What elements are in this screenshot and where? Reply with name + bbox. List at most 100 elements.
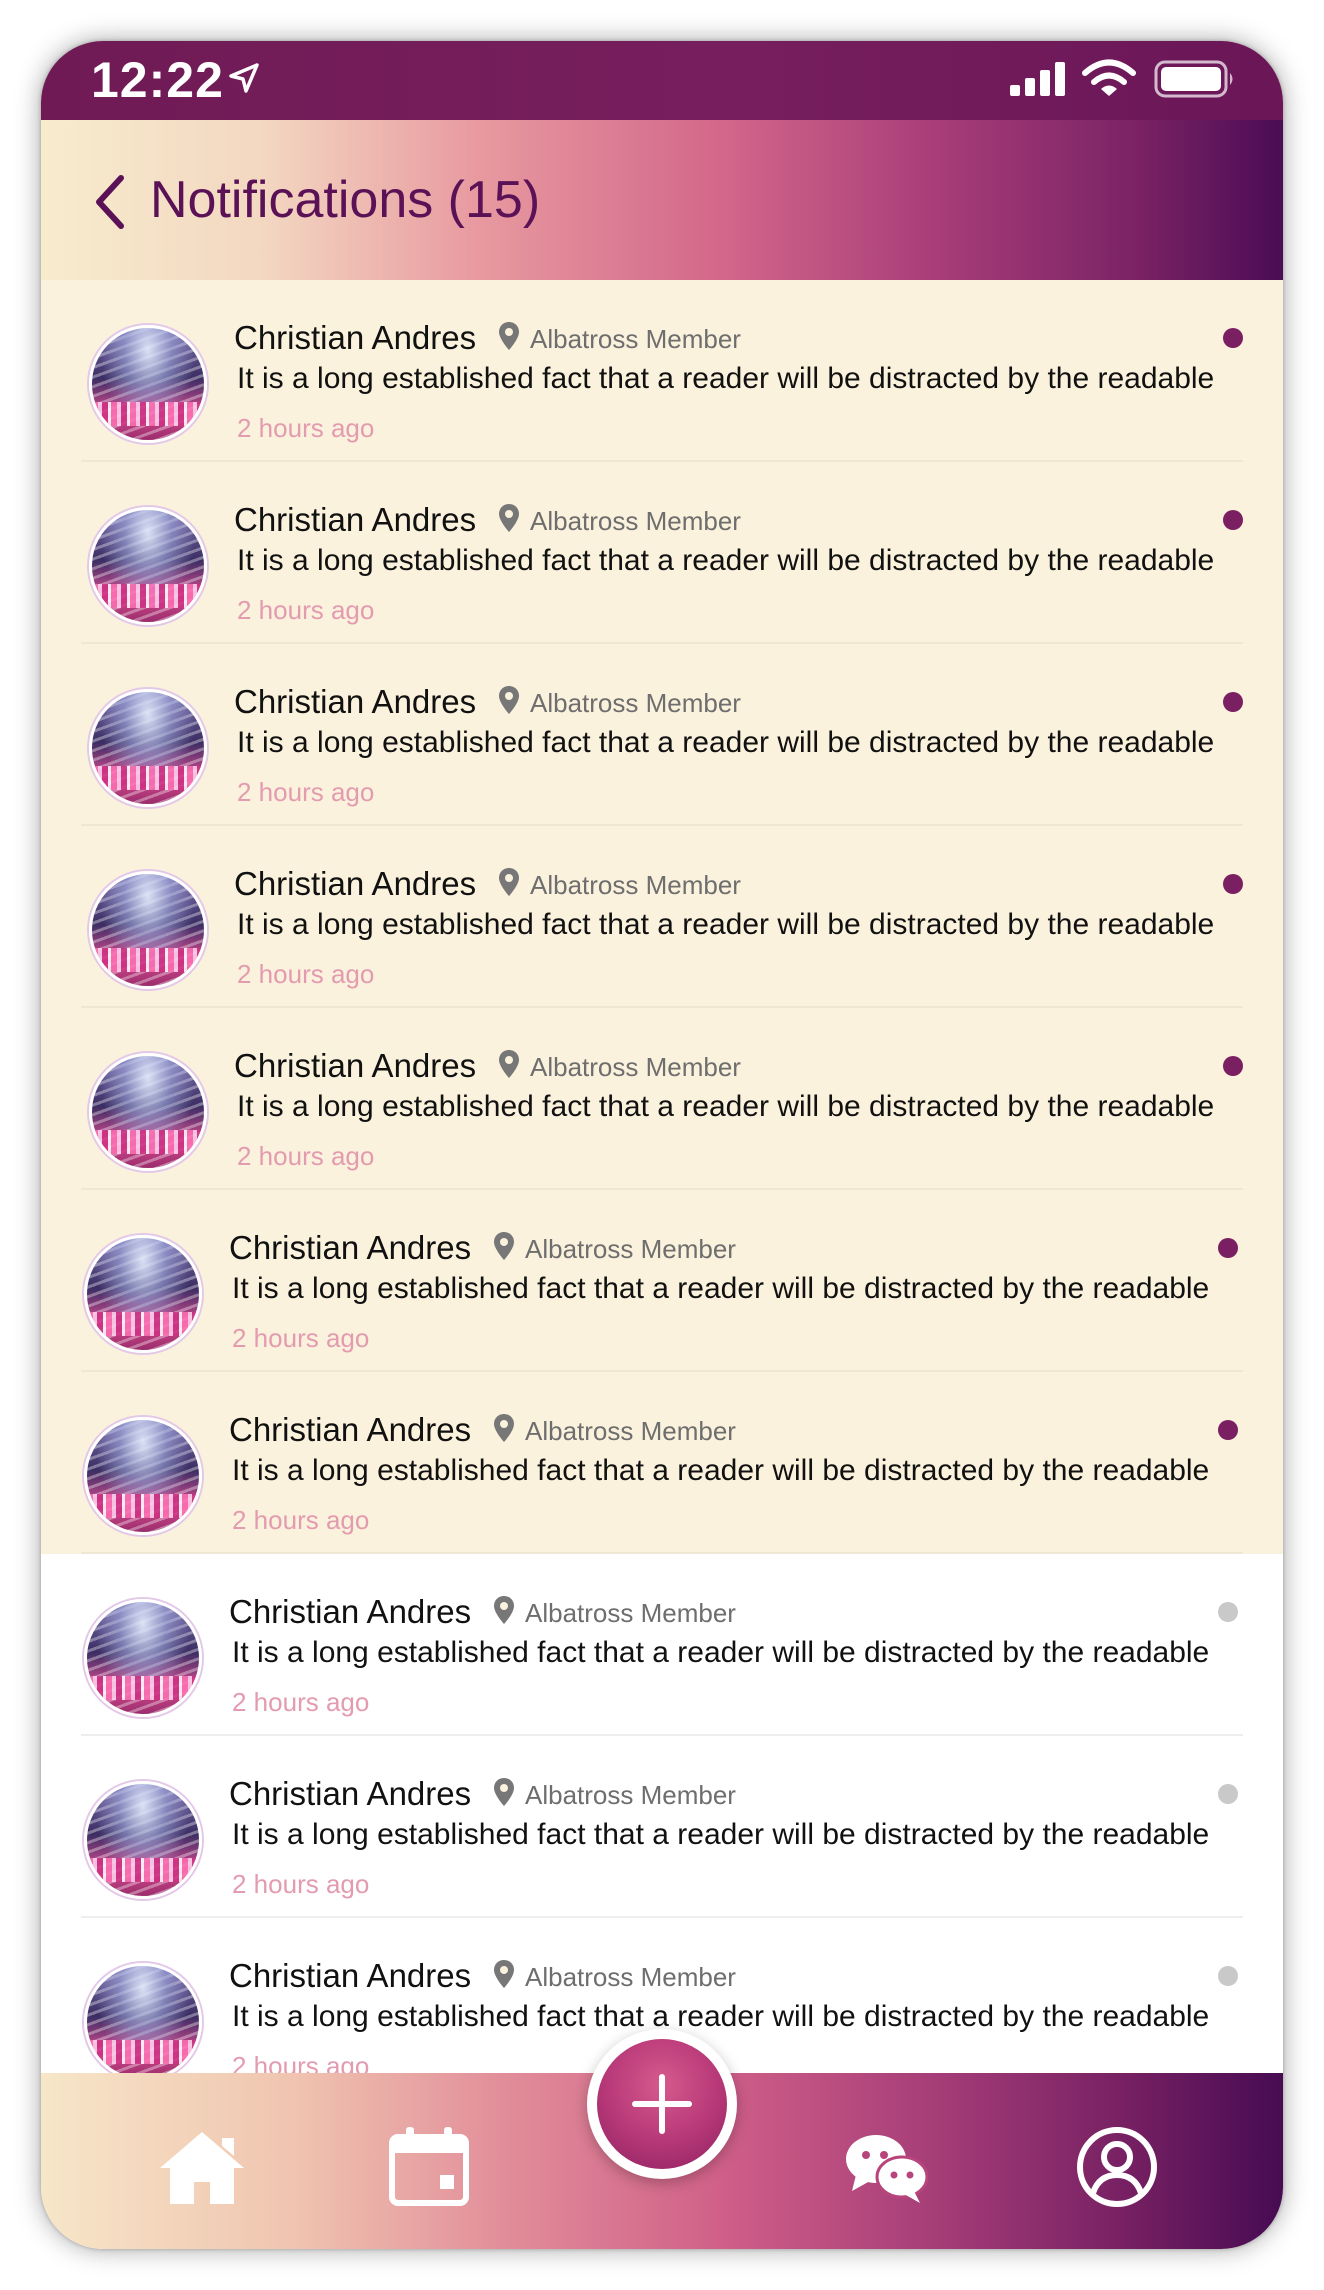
unread-indicator <box>1223 1056 1243 1076</box>
notification-message: It is a long established fact that a rea… <box>232 1636 1210 1669</box>
member-role: Albatross Member <box>530 324 741 354</box>
notification-timestamp: 2 hours ago <box>237 777 375 807</box>
member-role: Albatross Member <box>530 870 741 900</box>
sender-name: Christian Andres <box>234 683 477 720</box>
home-icon <box>160 2132 244 2204</box>
add-button[interactable] <box>587 2029 737 2179</box>
sender-name: Christian Andres <box>229 1229 472 1266</box>
member-role: Albatross Member <box>525 1598 736 1628</box>
notification-item[interactable]: Christian Andres Albatross Member It is a … <box>41 644 1283 826</box>
unread-indicator <box>1223 510 1243 530</box>
notification-message: It is a long established fact that a rea… <box>237 1090 1215 1123</box>
unread-indicator <box>1223 874 1243 894</box>
notification-item[interactable]: Christian Andres Albatross Member It is a … <box>41 826 1283 1008</box>
notification-timestamp: 2 hours ago <box>232 1323 370 1353</box>
location-pin-icon <box>498 503 520 538</box>
avatar[interactable] <box>89 871 207 989</box>
chat-tab[interactable] <box>844 2131 929 2210</box>
sender-name: Christian Andres <box>234 501 477 538</box>
profile-icon <box>1077 2127 1157 2207</box>
notification-timestamp: 2 hours ago <box>237 1141 375 1171</box>
status-time: 12:22 <box>91 52 224 108</box>
unread-indicator <box>1223 692 1243 712</box>
notification-timestamp: 2 hours ago <box>232 1869 370 1899</box>
avatar[interactable] <box>89 325 207 443</box>
notification-message: It is a long established fact that a rea… <box>232 1454 1210 1487</box>
sender-name: Christian Andres <box>234 1047 477 1084</box>
member-role: Albatross Member <box>525 1780 736 1810</box>
member-role: Albatross Member <box>525 1234 736 1264</box>
member-role: Albatross Member <box>530 688 741 718</box>
location-arrow-icon <box>227 61 261 100</box>
phone-screen: 12:22 Notifications (15) Christian Andre… <box>41 41 1283 2249</box>
location-pin-icon <box>493 1231 515 1266</box>
notification-timestamp: 2 hours ago <box>232 2051 370 2073</box>
location-pin-icon <box>498 685 520 720</box>
read-indicator <box>1218 1784 1238 1804</box>
calendar-tab[interactable] <box>388 2125 470 2212</box>
notification-message: It is a long established fact that a rea… <box>237 908 1215 941</box>
member-role: Albatross Member <box>530 506 741 536</box>
avatar[interactable] <box>84 1235 202 1353</box>
notification-message: It is a long established fact that a rea… <box>232 1818 1210 1851</box>
notification-timestamp: 2 hours ago <box>237 959 375 989</box>
notifications-header: Notifications (15) <box>41 120 1283 280</box>
avatar[interactable] <box>84 1781 202 1899</box>
member-role: Albatross Member <box>530 1052 741 1082</box>
avatar[interactable] <box>89 1053 207 1171</box>
location-pin-icon <box>498 321 520 356</box>
read-indicator <box>1218 1602 1238 1622</box>
avatar[interactable] <box>89 507 207 625</box>
add-button-inner <box>597 2039 727 2169</box>
sender-name: Christian Andres <box>234 865 477 902</box>
read-indicator <box>1218 1966 1238 1986</box>
location-pin-icon <box>493 1413 515 1448</box>
calendar-icon <box>389 2127 469 2206</box>
location-pin-icon <box>493 1777 515 1812</box>
notification-item[interactable]: Christian Andres Albatross Member It is a … <box>41 462 1283 644</box>
status-bar: 12:22 <box>41 41 1283 120</box>
profile-tab[interactable] <box>1075 2125 1159 2214</box>
notification-message: It is a long established fact that a rea… <box>237 544 1215 577</box>
member-role: Albatross Member <box>525 1416 736 1446</box>
notification-item[interactable]: Christian Andres Albatross Member It is a … <box>41 1008 1283 1190</box>
sender-name: Christian Andres <box>229 1593 472 1630</box>
avatar[interactable] <box>89 689 207 807</box>
member-role: Albatross Member <box>525 1962 736 1992</box>
notification-item[interactable]: Christian Andres Albatross Member It is a … <box>41 1190 1283 1372</box>
plus-icon <box>632 2074 692 2134</box>
notification-message: It is a long established fact that a rea… <box>232 2000 1210 2033</box>
notification-item[interactable]: Christian Andres Albatross Member It is a … <box>41 1736 1283 1918</box>
unread-indicator <box>1218 1420 1238 1440</box>
avatar[interactable] <box>84 1599 202 1717</box>
notification-list[interactable]: Christian Andres Albatross Member It is a … <box>41 280 1283 2073</box>
page-title: Notifications (15) <box>150 171 541 229</box>
unread-indicator <box>1223 328 1243 348</box>
notification-timestamp: 2 hours ago <box>232 1505 370 1535</box>
sender-name: Christian Andres <box>234 319 477 356</box>
avatar[interactable] <box>84 1963 202 2073</box>
notification-item[interactable]: Christian Andres Albatross Member It is a … <box>41 1372 1283 1554</box>
notification-item[interactable]: Christian Andres Albatross Member It is a … <box>41 280 1283 462</box>
cellular-signal-icon <box>1008 61 1068 102</box>
wifi-icon <box>1081 58 1137 105</box>
notification-timestamp: 2 hours ago <box>232 1687 370 1717</box>
avatar[interactable] <box>84 1417 202 1535</box>
location-pin-icon <box>498 1049 520 1084</box>
notification-timestamp: 2 hours ago <box>237 413 375 443</box>
notification-message: It is a long established fact that a rea… <box>237 362 1215 395</box>
notification-timestamp: 2 hours ago <box>237 595 375 625</box>
sender-name: Christian Andres <box>229 1775 472 1812</box>
chat-icon <box>846 2135 929 2203</box>
notification-item[interactable]: Christian Andres Albatross Member It is a … <box>41 1554 1283 1736</box>
location-pin-icon <box>493 1595 515 1630</box>
location-pin-icon <box>493 1959 515 1994</box>
notification-message: It is a long established fact that a rea… <box>232 1272 1210 1305</box>
notification-message: It is a long established fact that a rea… <box>237 726 1215 759</box>
home-tab[interactable] <box>154 2128 250 2213</box>
back-button[interactable] <box>91 174 131 230</box>
unread-indicator <box>1218 1238 1238 1258</box>
sender-name: Christian Andres <box>229 1411 472 1448</box>
battery-icon <box>1154 59 1236 104</box>
sender-name: Christian Andres <box>229 1957 472 1994</box>
